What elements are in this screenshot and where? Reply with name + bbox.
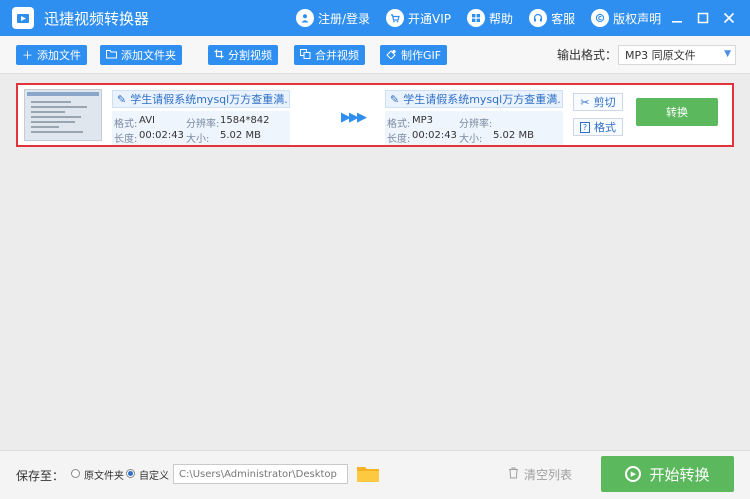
cut-label: 剪切 xyxy=(593,96,616,109)
split-video-label: 分割视频 xyxy=(228,49,272,62)
original-folder-label: 原文件夹 xyxy=(84,471,124,482)
source-duration: 00:02:43 xyxy=(139,130,184,141)
file-item[interactable]: ✎ 学生请假系统mysql万方查重满.. 格式: AVI 分辨率: 1584*8… xyxy=(16,83,734,147)
copyright-link[interactable]: 版权声明 xyxy=(591,9,661,27)
add-folder-button[interactable]: 添加文件夹 xyxy=(100,45,182,65)
headset-icon xyxy=(529,9,548,27)
source-size-label: 大小: xyxy=(186,134,210,145)
copyright-link-label: 版权声明 xyxy=(613,11,662,26)
maximize-button[interactable] xyxy=(690,5,716,31)
source-resolution-label: 分辨率: xyxy=(186,119,220,130)
help-link-label: 帮助 xyxy=(489,11,514,26)
clear-list-label: 清空列表 xyxy=(524,468,573,482)
custom-folder-label: 自定义 xyxy=(139,471,169,482)
play-icon: ▶ xyxy=(625,466,642,482)
custom-folder-radio[interactable] xyxy=(126,469,135,478)
video-thumbnail xyxy=(24,89,102,141)
merge-icon xyxy=(300,48,311,62)
cart-icon xyxy=(386,9,405,27)
merge-video-label: 合并视频 xyxy=(315,49,359,62)
footer: 保存至： 原文件夹 自定义 清空列表 ▶ 开始转换 xyxy=(0,450,750,499)
target-size: 5.02 MB xyxy=(493,130,534,141)
save-path-input[interactable] xyxy=(173,464,348,484)
target-file-name-text: 学生请假系统mysql万方查重满.. xyxy=(403,93,563,106)
maximize-icon xyxy=(697,12,709,24)
file-list: ✎ 学生请假系统mysql万方查重满.. 格式: AVI 分辨率: 1584*8… xyxy=(0,75,750,450)
output-format-value: MP3 同原文件 xyxy=(625,49,696,62)
source-size: 5.02 MB xyxy=(220,130,261,141)
format-button[interactable]: ? 格式 xyxy=(573,118,623,136)
app-logo-icon xyxy=(12,7,34,29)
merge-video-button[interactable]: 合并视频 xyxy=(294,45,365,65)
title-bar: 迅捷视频转换器 注册/登录 开通VIP 帮助 客服 版权声明 xyxy=(0,0,750,36)
clear-list-button[interactable]: 清空列表 xyxy=(508,466,572,483)
make-gif-button[interactable]: 制作GIF xyxy=(380,45,448,65)
plus-icon: ＋ xyxy=(22,49,33,62)
crop-icon xyxy=(214,49,224,62)
pencil-icon: ✎ xyxy=(390,92,400,106)
chevron-down-icon: ▼ xyxy=(724,49,731,59)
original-folder-radio[interactable] xyxy=(71,469,80,478)
minimize-button[interactable] xyxy=(664,5,690,31)
source-duration-label: 长度: xyxy=(114,134,138,145)
trash-icon xyxy=(508,467,519,482)
target-format: MP3 xyxy=(412,115,434,126)
window-controls xyxy=(664,0,742,36)
save-to-label: 保存至： xyxy=(16,469,65,483)
add-file-label: 添加文件 xyxy=(37,49,81,62)
vip-link-label: 开通VIP xyxy=(408,11,452,26)
convert-button[interactable]: 转换 xyxy=(636,98,718,126)
target-info: 格式: MP3 分辨率: 长度: 00:02:43 大小: 5.02 MB xyxy=(385,111,563,145)
toolbar: ＋ 添加文件 添加文件夹 分割视频 合并视频 制作GIF 输出格式： MP3 同… xyxy=(0,36,750,74)
source-resolution: 1584*842 xyxy=(220,115,270,126)
source-format-label: 格式: xyxy=(114,119,138,130)
start-convert-button[interactable]: ▶ 开始转换 xyxy=(601,456,734,492)
folder-icon xyxy=(106,49,117,62)
target-duration-label: 长度: xyxy=(387,134,411,145)
help-link[interactable]: 帮助 xyxy=(467,9,513,27)
browse-folder-icon[interactable] xyxy=(356,464,380,483)
help-square-icon: ? xyxy=(580,121,590,133)
copyright-icon xyxy=(591,9,610,27)
format-label: 格式 xyxy=(594,121,616,134)
gif-icon xyxy=(386,49,397,62)
convert-arrow-icon: ▶▶▶ xyxy=(341,110,367,125)
top-links: 注册/登录 开通VIP 帮助 客服 版权声明 xyxy=(296,0,677,36)
service-link-label: 客服 xyxy=(551,11,576,26)
grid-icon xyxy=(467,9,486,27)
pencil-icon: ✎ xyxy=(117,92,127,106)
close-icon xyxy=(723,12,735,24)
output-format-label: 输出格式： xyxy=(557,48,618,62)
user-icon xyxy=(296,9,314,27)
scissors-icon: ✂ xyxy=(580,95,590,109)
minimize-icon xyxy=(672,21,682,23)
login-link-label: 注册/登录 xyxy=(318,11,371,26)
target-size-label: 大小: xyxy=(459,134,483,145)
add-file-button[interactable]: ＋ 添加文件 xyxy=(16,45,87,65)
source-format: AVI xyxy=(139,115,155,126)
close-button[interactable] xyxy=(716,5,742,31)
target-format-label: 格式: xyxy=(387,119,411,130)
app-title: 迅捷视频转换器 xyxy=(44,9,150,28)
service-link[interactable]: 客服 xyxy=(529,9,575,27)
cut-button[interactable]: ✂ 剪切 xyxy=(573,93,623,111)
login-link[interactable]: 注册/登录 xyxy=(296,9,370,27)
make-gif-label: 制作GIF xyxy=(401,49,442,62)
output-format-select[interactable]: MP3 同原文件 ▼ xyxy=(618,45,736,65)
target-resolution-label: 分辨率: xyxy=(459,119,493,130)
target-file-name[interactable]: ✎ 学生请假系统mysql万方查重满.. xyxy=(385,90,563,108)
target-duration: 00:02:43 xyxy=(412,130,457,141)
source-info: 格式: AVI 分辨率: 1584*842 长度: 00:02:43 大小: 5… xyxy=(112,111,290,145)
source-file-name[interactable]: ✎ 学生请假系统mysql万方查重满.. xyxy=(112,90,290,108)
start-convert-label: 开始转换 xyxy=(649,465,710,484)
add-folder-label: 添加文件夹 xyxy=(121,49,176,62)
source-file-name-text: 学生请假系统mysql万方查重满.. xyxy=(130,93,290,106)
split-video-button[interactable]: 分割视频 xyxy=(208,45,278,65)
vip-link[interactable]: 开通VIP xyxy=(386,9,451,27)
